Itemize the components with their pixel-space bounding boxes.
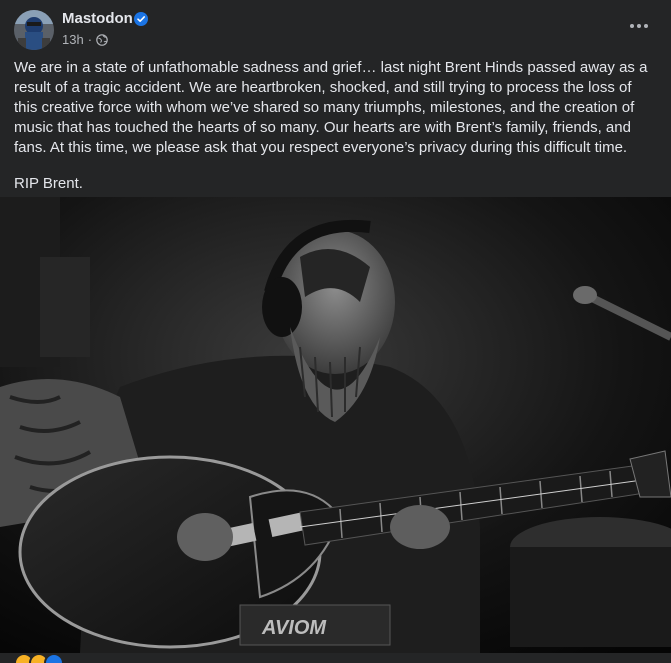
globe-icon[interactable] [96, 34, 108, 46]
post-message: We are in a state of unfathomable sadnes… [14, 58, 659, 210]
pedal-label: AVIOM [261, 617, 327, 639]
post-timestamp[interactable]: 13h [62, 32, 84, 48]
like-reaction-icon [44, 653, 64, 663]
post-card: Mastodon 13h · We are in a state of unfa… [0, 0, 671, 663]
post-paragraph: We are in a state of unfathomable sadnes… [14, 59, 648, 156]
avatar[interactable] [14, 10, 54, 50]
verified-badge-icon [134, 12, 148, 26]
more-options-icon[interactable] [627, 14, 651, 38]
post-paragraph: RIP Brent. [14, 175, 83, 192]
avatar-image [14, 10, 54, 50]
post-meta: 13h · [62, 32, 108, 48]
reaction-summary[interactable] [14, 653, 64, 663]
meta-separator: · [87, 32, 93, 47]
author-name[interactable]: Mastodon [62, 10, 133, 28]
guitarist-photo: AVIOM [0, 197, 671, 653]
post-photo[interactable]: AVIOM [0, 197, 671, 653]
post-header: Mastodon 13h · [0, 0, 671, 56]
